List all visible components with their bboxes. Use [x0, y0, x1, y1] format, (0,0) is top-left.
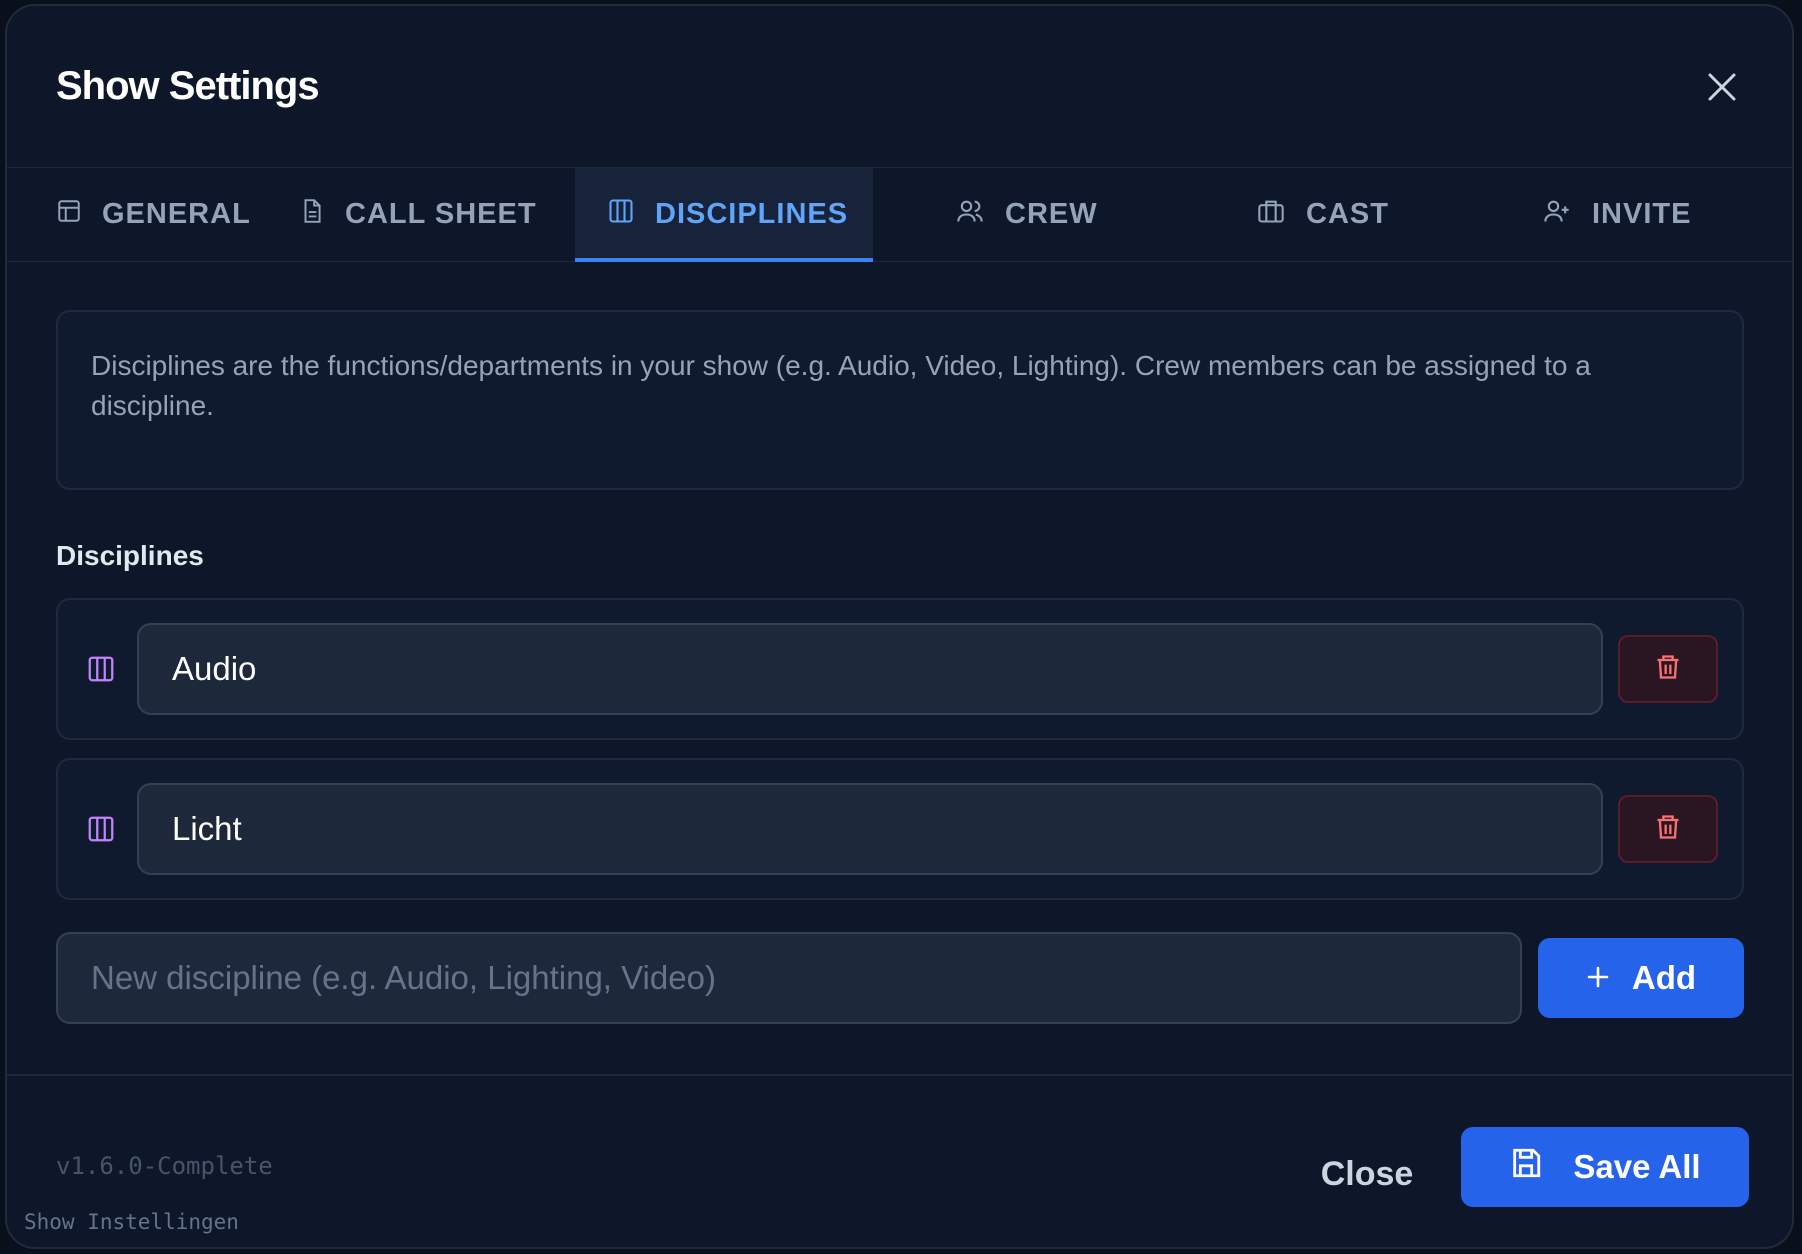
- tab-cast[interactable]: CAST: [1171, 168, 1469, 261]
- tab-call-sheet[interactable]: CALL SHEET: [299, 168, 575, 261]
- delete-discipline-button[interactable]: [1618, 795, 1718, 863]
- section-label: Disciplines: [56, 540, 204, 571]
- tab-general[interactable]: GENERAL: [56, 168, 299, 261]
- tab-crew[interactable]: CREW: [873, 168, 1171, 261]
- settings-tabs: GENERAL CALL SHEET DISCIPLINES CREW CAST: [7, 168, 1792, 262]
- add-label: Add: [1631, 959, 1697, 996]
- dialog-header: Show Settings: [7, 6, 1792, 168]
- columns-icon: [84, 814, 118, 844]
- user-plus-icon: [1542, 197, 1572, 233]
- trash-icon: [1654, 812, 1682, 847]
- save-icon: [1509, 1146, 1543, 1188]
- delete-discipline-button[interactable]: [1618, 635, 1718, 703]
- dialog-title: Show Settings: [56, 64, 320, 108]
- columns-icon: [607, 197, 635, 233]
- tab-label: INVITE: [1592, 198, 1692, 230]
- version-label: v1.6.0-Complete: [56, 1152, 273, 1180]
- add-discipline-row: New discipline (e.g. Audio, Lighting, Vi…: [56, 932, 1744, 1024]
- disciplines-panel: Disciplines are the functions/department…: [7, 262, 1792, 1024]
- users-icon: [955, 197, 985, 233]
- columns-icon: [84, 654, 118, 684]
- tab-label: CREW: [1005, 198, 1098, 230]
- locale-label: Show Instellingen: [24, 1210, 239, 1234]
- tab-label: CAST: [1306, 198, 1389, 230]
- save-label: Save All: [1573, 1148, 1701, 1185]
- close-icon[interactable]: [1702, 67, 1742, 107]
- dialog-footer: v1.6.0-Complete Show Instellingen Close …: [7, 1074, 1792, 1247]
- save-all-button[interactable]: Save All: [1461, 1127, 1749, 1207]
- tab-disciplines[interactable]: DISCIPLINES: [575, 168, 873, 262]
- tab-label: DISCIPLINES: [655, 198, 849, 230]
- layout-icon: [56, 198, 82, 232]
- briefcase-icon: [1256, 197, 1286, 233]
- info-text: Disciplines are the functions/department…: [91, 350, 1591, 421]
- tab-label: CALL SHEET: [345, 198, 537, 230]
- show-settings-dialog: Show Settings GENERAL CALL SHEET DISCIPL…: [5, 4, 1794, 1249]
- info-box: Disciplines are the functions/department…: [56, 310, 1744, 490]
- tab-label: GENERAL: [102, 198, 251, 230]
- discipline-row: Audio: [56, 598, 1744, 740]
- trash-icon: [1654, 652, 1682, 687]
- close-button[interactable]: Close: [1307, 1134, 1427, 1214]
- new-discipline-input[interactable]: New discipline (e.g. Audio, Lighting, Vi…: [56, 932, 1522, 1024]
- discipline-name-input[interactable]: Audio: [137, 623, 1603, 715]
- plus-icon: [1586, 959, 1610, 997]
- discipline-row: Licht: [56, 758, 1744, 900]
- tab-invite[interactable]: INVITE: [1469, 168, 1767, 261]
- discipline-name-input[interactable]: Licht: [137, 783, 1603, 875]
- add-discipline-button[interactable]: Add: [1538, 938, 1744, 1018]
- document-icon: [299, 197, 325, 233]
